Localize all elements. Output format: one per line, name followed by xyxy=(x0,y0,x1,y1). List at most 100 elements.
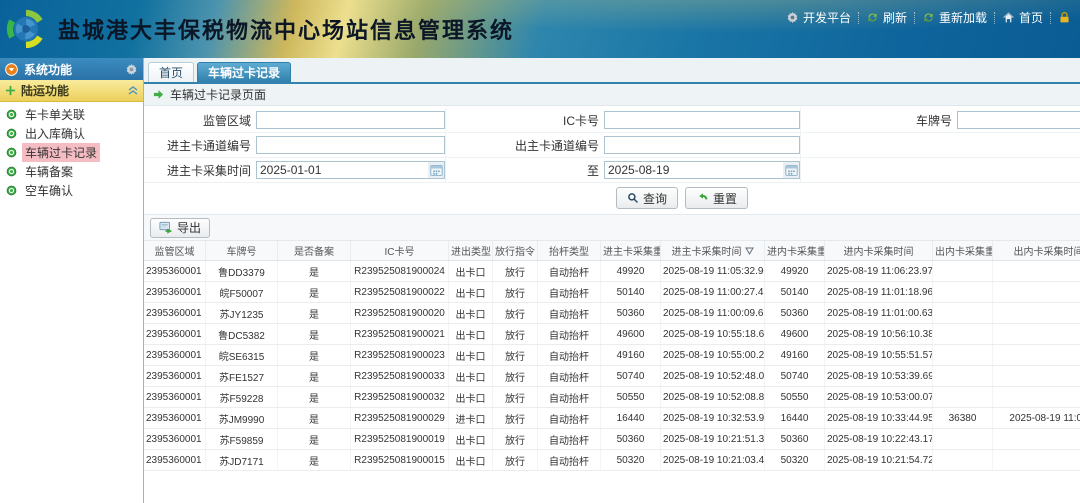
sidebar-section-header[interactable]: 陆运功能 xyxy=(0,80,143,102)
cell: 49600 xyxy=(601,324,661,344)
table-row-8[interactable]: 2395360001苏JM9990是R239525081900029进卡口放行自… xyxy=(144,408,1080,429)
column-header-12[interactable]: 出内卡采集重量 xyxy=(933,241,993,260)
cell: 16440 xyxy=(765,408,825,428)
column-header-4[interactable]: IC卡号 xyxy=(351,241,449,260)
cell: 鲁DD3379 xyxy=(206,261,278,281)
cell: 是 xyxy=(278,366,351,386)
export-button[interactable]: 导出 xyxy=(150,218,210,238)
to-label: 至 xyxy=(446,158,604,182)
content-panel: 监管区域 IC卡号 车牌号 进主卡通道编号 出主卡通道编号 xyxy=(144,106,1080,503)
cell: 2395360001 xyxy=(144,282,206,302)
sidebar-item-vehicle-registration[interactable]: 车辆备案 xyxy=(0,162,143,181)
cell: 2025-08-19 10:52:48.080 xyxy=(661,366,765,386)
column-header-3[interactable]: 是否备案 xyxy=(278,241,351,260)
column-header-5[interactable]: 进出类型 xyxy=(449,241,493,260)
breadcrumb: 车辆过卡记录页面 xyxy=(144,84,1080,106)
cell: 2025-08-19 10:55:18.670 xyxy=(661,324,765,344)
date-to-input[interactable] xyxy=(604,161,800,179)
cell: 50360 xyxy=(765,303,825,323)
cell: 自动抬杆 xyxy=(538,261,601,281)
tab-home[interactable]: 首页 xyxy=(148,62,194,82)
tab-home-label: 首页 xyxy=(159,64,183,81)
cell: 2395360001 xyxy=(144,450,206,470)
sidebar-item-inout-warehouse-confirm[interactable]: 出入库确认 xyxy=(0,124,143,143)
table-row-7[interactable]: 2395360001苏F59228是R239525081900032出卡口放行自… xyxy=(144,387,1080,408)
cell: 放行 xyxy=(493,345,538,365)
column-header-11[interactable]: 进内卡采集时间 xyxy=(825,241,933,260)
sidebar-item-truck-card-association[interactable]: 车卡单关联 xyxy=(0,105,143,124)
table-row-6[interactable]: 2395360001苏FE1527是R239525081900033出卡口放行自… xyxy=(144,366,1080,387)
plate-input[interactable] xyxy=(957,111,1080,129)
tab-vehicle-gate-records-label: 车辆过卡记录 xyxy=(208,64,280,81)
main-area: 首页 车辆过卡记录 车辆过卡记录页面 监管区域 IC卡号 车牌号 xyxy=(143,58,1080,503)
cell: 2025-08-19 10:32:53.927 xyxy=(661,408,765,428)
nav-lock[interactable] xyxy=(1051,11,1078,24)
column-header-label: 进内卡采集重量 xyxy=(767,243,825,258)
column-header-2[interactable]: 车牌号 xyxy=(206,241,278,260)
cell: 50140 xyxy=(765,282,825,302)
reset-button[interactable]: 重置 xyxy=(685,187,748,209)
column-header-8[interactable]: 进主卡采集重量 xyxy=(601,241,661,260)
table-row-9[interactable]: 2395360001苏F59859是R239525081900019出卡口放行自… xyxy=(144,429,1080,450)
cell: 是 xyxy=(278,429,351,449)
cell: 皖SE6315 xyxy=(206,345,278,365)
query-button[interactable]: 查询 xyxy=(616,187,678,209)
cell: 是 xyxy=(278,324,351,344)
sidebar-item-vehicle-gate-records[interactable]: 车辆过卡记录 xyxy=(0,143,143,162)
column-header-7[interactable]: 抬杆类型 xyxy=(538,241,601,260)
nav-reload[interactable]: 重新加载 xyxy=(915,9,994,26)
nav-refresh[interactable]: 刷新 xyxy=(859,9,914,26)
calendar-icon[interactable] xyxy=(428,162,444,178)
sidebar-item-empty-truck-confirm[interactable]: 空车确认 xyxy=(0,181,143,200)
nav-dev-platform[interactable]: 开发平台 xyxy=(779,9,858,26)
table-row-2[interactable]: 2395360001皖F50007是R239525081900022出卡口放行自… xyxy=(144,282,1080,303)
column-header-9[interactable]: 进主卡采集时间 xyxy=(661,241,765,260)
sidebar-gear-icon[interactable] xyxy=(125,63,138,76)
in-channel-input[interactable] xyxy=(256,136,445,154)
plate-label: 车牌号 xyxy=(801,108,957,132)
top-nav: 开发平台刷新重新加载首页 xyxy=(779,9,1078,26)
cell xyxy=(993,282,1080,302)
cell: 2025-08-19 11:02 xyxy=(993,408,1080,428)
calendar-icon[interactable] xyxy=(783,162,799,178)
table-row-1[interactable]: 2395360001鲁DD3379是R239525081900024出卡口放行自… xyxy=(144,261,1080,282)
cell xyxy=(993,345,1080,365)
ic-card-input[interactable] xyxy=(604,111,800,129)
cell: 苏JM9990 xyxy=(206,408,278,428)
table-header-row: 监管区域车牌号是否备案IC卡号进出类型放行指令抬杆类型进主卡采集重量进主卡采集时… xyxy=(144,241,1080,261)
collapse-icon[interactable] xyxy=(128,86,138,95)
cell: 49920 xyxy=(601,261,661,281)
table-row-4[interactable]: 2395360001鲁DC5382是R239525081900021出卡口放行自… xyxy=(144,324,1080,345)
table-row-10[interactable]: 2395360001苏JD7171是R239525081900015出卡口放行自… xyxy=(144,450,1080,471)
column-header-10[interactable]: 进内卡采集重量 xyxy=(765,241,825,260)
cell xyxy=(933,429,993,449)
out-channel-input[interactable] xyxy=(604,136,800,154)
cell xyxy=(993,303,1080,323)
date-from-input[interactable] xyxy=(256,161,445,179)
cell: 是 xyxy=(278,345,351,365)
region-input[interactable] xyxy=(256,111,445,129)
cell: 是 xyxy=(278,282,351,302)
table-row-3[interactable]: 2395360001苏JY1235是R239525081900020出卡口放行自… xyxy=(144,303,1080,324)
cell: 2395360001 xyxy=(144,261,206,281)
cell xyxy=(933,324,993,344)
column-header-label: 出内卡采集时间 xyxy=(1014,243,1080,258)
reload-icon xyxy=(922,11,935,24)
cell: 出卡口 xyxy=(449,366,493,386)
cell: 2025-08-19 10:55:51.570 xyxy=(825,345,933,365)
cell: 苏JD7171 xyxy=(206,450,278,470)
cell: 50320 xyxy=(601,450,661,470)
sidebar-header[interactable]: 系统功能 xyxy=(0,58,143,80)
column-header-6[interactable]: 放行指令 xyxy=(493,241,538,260)
table-row-5[interactable]: 2395360001皖SE6315是R239525081900023出卡口放行自… xyxy=(144,345,1080,366)
cell: 2395360001 xyxy=(144,408,206,428)
refresh-icon xyxy=(866,11,879,24)
tab-vehicle-gate-records[interactable]: 车辆过卡记录 xyxy=(197,62,291,82)
column-header-1[interactable]: 监管区域 xyxy=(144,241,206,260)
column-header-13[interactable]: 出内卡采集时间 xyxy=(993,241,1080,260)
sort-desc-icon xyxy=(745,247,754,255)
undo-arrow-icon xyxy=(696,192,709,205)
cell xyxy=(933,282,993,302)
menu-dot-icon xyxy=(6,166,17,177)
nav-home[interactable]: 首页 xyxy=(995,9,1050,26)
